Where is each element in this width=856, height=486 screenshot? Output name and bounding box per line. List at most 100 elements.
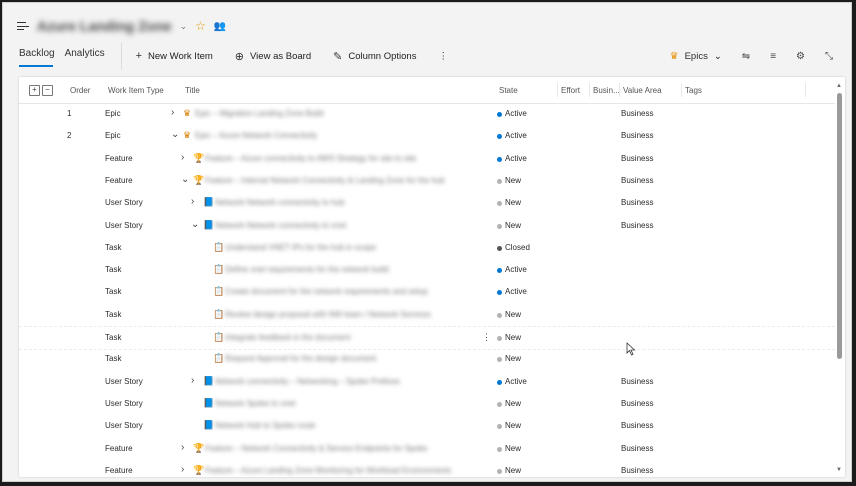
- column-order[interactable]: Order: [70, 86, 90, 95]
- table-row[interactable]: Task 📋 Review design proposal with NW team…: [19, 304, 835, 326]
- table-row[interactable]: 2 Epic ⌄ ♛ Epic – Azure Network Connectivity…: [19, 125, 835, 147]
- chevron-right-icon[interactable]: ›: [181, 464, 184, 475]
- table-row[interactable]: Feature ⌄ 🏆 Feature – Internal Network Conn…: [19, 170, 835, 192]
- table-row[interactable]: Feature › 🏆 Feature – Network Connectivity …: [19, 438, 835, 460]
- app-window: Azure Landing Zone ⌄ ☆ 👥 Backlog Analyti…: [2, 2, 852, 482]
- more-icon: ⋮: [438, 50, 448, 62]
- vertical-scrollbar[interactable]: ▲ ▼: [836, 81, 843, 473]
- state-dot-icon: [497, 201, 502, 207]
- grid-header: + − Order Work Item Type Title State Eff…: [19, 77, 835, 104]
- gear-icon[interactable]: ⚙: [796, 51, 805, 62]
- book-icon: 📘: [203, 397, 215, 408]
- project-title[interactable]: Azure Landing Zone: [37, 18, 172, 34]
- column-title[interactable]: Title: [185, 86, 200, 95]
- tab-analytics[interactable]: Analytics: [61, 43, 111, 69]
- title-cell[interactable]: Integrate feedback in the document: [225, 333, 350, 342]
- people-icon[interactable]: 👥: [214, 21, 226, 32]
- title-cell[interactable]: Request Approval for the design document: [225, 354, 376, 363]
- column-work-item-type[interactable]: Work Item Type: [108, 86, 164, 95]
- title-cell[interactable]: Network Spoke to vnet: [215, 399, 295, 408]
- tab-backlog[interactable]: Backlog: [15, 43, 61, 69]
- chevron-down-icon[interactable]: ⌄: [171, 129, 179, 140]
- state-dot-icon: [497, 156, 502, 162]
- crown-icon: ♛: [183, 130, 192, 141]
- state-cell: Closed: [505, 242, 530, 252]
- chevron-down-icon[interactable]: ⌄: [191, 219, 199, 230]
- value-area-cell: Business: [621, 175, 654, 185]
- table-row[interactable]: Feature › 🏆 Feature – Azure Landing Zone Mo…: [19, 460, 835, 477]
- title-cell[interactable]: Define vnet requirements for the network…: [225, 265, 389, 274]
- state-dot-icon: [497, 468, 502, 474]
- toolbar: Backlog Analytics + New Work Item ⊕ View…: [15, 42, 841, 70]
- table-row[interactable]: User Story ⌄ 📘 Network Network connectivity…: [19, 215, 835, 237]
- scroll-up-icon[interactable]: ▲: [836, 83, 842, 89]
- menu-icon[interactable]: [17, 21, 29, 31]
- column-options-button[interactable]: ✎ Column Options: [333, 50, 416, 63]
- table-row[interactable]: Feature › 🏆 Feature – Azure connectivity to…: [19, 148, 835, 170]
- more-actions-button[interactable]: ⋮: [438, 51, 448, 62]
- table-row[interactable]: User Story 📘 Network Spoke to vnet New Busin…: [19, 393, 835, 415]
- filter-icon[interactable]: ≡: [770, 51, 776, 62]
- work-item-type-cell: Task: [105, 309, 122, 319]
- star-icon[interactable]: ☆: [195, 19, 206, 33]
- scroll-down-icon[interactable]: ▼: [836, 467, 842, 473]
- title-cell[interactable]: Network Network connectivity to hub: [215, 198, 344, 207]
- table-row[interactable]: User Story › 📘 Network Network connectivity…: [19, 192, 835, 214]
- work-item-type-cell: User Story: [105, 198, 143, 208]
- title-cell[interactable]: Feature – Azure connectivity to AWS Stra…: [205, 154, 416, 163]
- title-cell[interactable]: Feature – Internal Network Connectivity …: [205, 176, 445, 185]
- chevron-down-icon[interactable]: ⌄: [180, 21, 188, 32]
- value-area-cell: Business: [621, 131, 654, 141]
- expand-all-button[interactable]: +: [29, 85, 40, 96]
- table-row[interactable]: Task 📋 Integrate feedback in the document ⋮…: [19, 326, 835, 350]
- chevron-right-icon[interactable]: ›: [191, 196, 194, 207]
- settings-sliders-icon[interactable]: ⇋: [742, 51, 750, 62]
- column-effort[interactable]: Effort: [561, 86, 580, 95]
- title-cell[interactable]: Create document for the network requirem…: [225, 287, 428, 296]
- title-cell[interactable]: Feature – Azure Landing Zone Monitoring …: [205, 466, 451, 475]
- book-icon: 📘: [203, 420, 215, 431]
- state-dot-icon: [497, 112, 502, 117]
- collapse-icon[interactable]: ⤡: [825, 51, 833, 62]
- column-business-value[interactable]: Busin...: [593, 86, 620, 95]
- state-cell: New: [505, 309, 522, 319]
- table-row[interactable]: User Story 📘 Network Hub to Spoke route New…: [19, 415, 835, 437]
- chevron-right-icon[interactable]: ›: [191, 375, 194, 386]
- title-cell[interactable]: Network Network connectivity to vnet: [215, 221, 346, 230]
- scrollbar-thumb[interactable]: [837, 93, 842, 359]
- divider: [120, 42, 122, 70]
- state-cell: Active: [505, 376, 527, 386]
- new-work-item-button[interactable]: + New Work Item: [136, 50, 213, 62]
- table-row[interactable]: User Story › 📘 Network connectivity – Netwo…: [19, 371, 835, 393]
- table-row[interactable]: Task 📋 Create document for the network req…: [19, 281, 835, 303]
- chevron-right-icon[interactable]: ›: [181, 152, 184, 163]
- title-cell[interactable]: Feature – Network Connectivity & Service…: [205, 444, 427, 453]
- title-cell[interactable]: Network Hub to Spoke route: [215, 421, 316, 430]
- trophy-icon: 🏆: [193, 174, 205, 185]
- state-dot-icon: [497, 134, 502, 140]
- table-row[interactable]: Task 📋 Request Approval for the design doc…: [19, 348, 835, 370]
- table-row[interactable]: 1 Epic › ♛ Epic – Migration Landing Zone Bui…: [19, 103, 835, 125]
- title-cell[interactable]: Epic – Azure Network Connectivity: [195, 131, 317, 140]
- chevron-right-icon[interactable]: ›: [171, 107, 174, 118]
- column-state[interactable]: State: [499, 86, 518, 95]
- backlog-level-dropdown[interactable]: ♛ Epics ⌄: [670, 51, 722, 62]
- column-tags[interactable]: Tags: [685, 86, 702, 95]
- column-value-area[interactable]: Value Area: [623, 86, 662, 95]
- title-cell[interactable]: Understand VNET IPs for the hub in scope: [225, 243, 376, 252]
- chevron-down-icon[interactable]: ⌄: [181, 174, 189, 185]
- collapse-all-button[interactable]: −: [42, 85, 53, 96]
- more-icon[interactable]: ⋮: [482, 332, 491, 343]
- chevron-right-icon[interactable]: ›: [181, 442, 184, 453]
- table-row[interactable]: Task 📋 Define vnet requirements for the ne…: [19, 259, 835, 281]
- title-cell[interactable]: Network connectivity – Networking – Spok…: [215, 377, 400, 386]
- title-cell[interactable]: Epic – Migration Landing Zone Build: [195, 109, 324, 118]
- order-cell: 2: [67, 131, 72, 141]
- clipboard-icon: 📋: [213, 286, 225, 297]
- title-cell[interactable]: Review design proposal with NW team / Ne…: [225, 310, 431, 319]
- state-cell: Active: [505, 153, 527, 163]
- table-row[interactable]: Task 📋 Understand VNET IPs for the hub in …: [19, 237, 835, 259]
- view-as-board-button[interactable]: ⊕ View as Board: [235, 50, 311, 63]
- book-icon: 📘: [203, 197, 215, 208]
- state-dot-icon: [497, 446, 502, 452]
